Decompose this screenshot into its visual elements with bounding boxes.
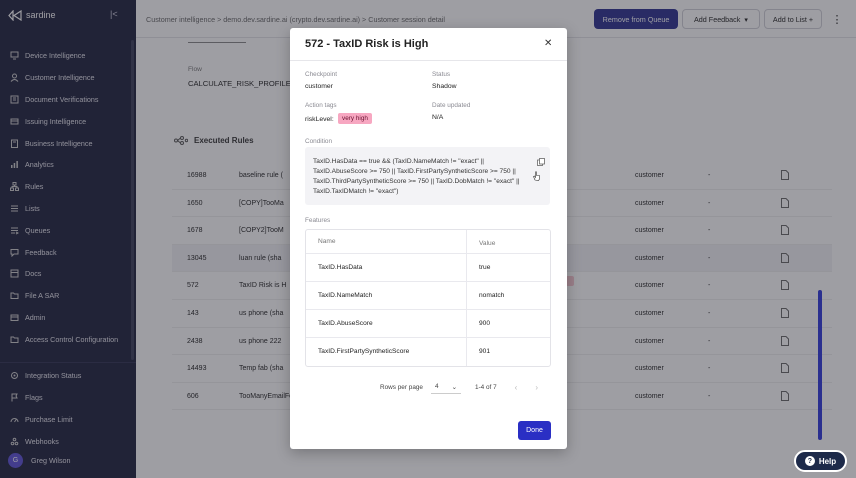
page-scrollbar[interactable]: [818, 290, 822, 440]
risk-level-label: riskLevel:: [305, 116, 334, 123]
feature-value: true: [479, 264, 491, 271]
pagination-range: 1-4 of 7: [474, 383, 497, 391]
table-row: TaxID.HasData true: [306, 254, 550, 282]
feature-value: 901: [479, 348, 491, 355]
help-button[interactable]: ? Help: [794, 450, 847, 472]
prev-page-icon[interactable]: ‹: [515, 383, 518, 392]
date-updated-value: N/A: [432, 114, 444, 121]
done-button[interactable]: Done: [518, 421, 551, 440]
question-icon: ?: [804, 456, 815, 466]
modal-title: 572 - TaxID Risk is High: [305, 38, 429, 50]
close-icon[interactable]: ✕: [544, 38, 552, 49]
rows-per-page-value: 4: [434, 383, 439, 390]
chevron-down-icon: ⌄: [451, 383, 457, 391]
copy-icon[interactable]: [537, 158, 545, 166]
table-row: TaxID.AbuseScore 900: [306, 310, 550, 338]
action-tags-label: Action tags: [305, 102, 337, 109]
table-header-row: Name Value: [306, 230, 550, 254]
condition-label: Condition: [305, 138, 333, 145]
table-row: TaxID.NameMatch nomatch: [306, 282, 550, 310]
rows-per-page-select[interactable]: 4 ⌄: [430, 380, 461, 394]
rows-per-page-label: Rows per page: [380, 383, 423, 391]
rule-detail-modal: 572 - TaxID Risk is High ✕ Checkpoint cu…: [290, 28, 567, 449]
feature-name: TaxID.NameMatch: [318, 292, 373, 299]
feature-name: TaxID.HasData: [318, 264, 363, 271]
help-label: Help: [818, 456, 837, 466]
features-table: Name Value TaxID.HasData true TaxID.NameMa…: [305, 229, 551, 367]
feature-value: 900: [479, 320, 491, 327]
date-updated-label: Date updated: [432, 102, 471, 109]
checkpoint-value: customer: [305, 83, 333, 90]
condition-box: TaxID.HasData == true && (TaxID.NameMatc…: [305, 147, 550, 205]
risk-level-tag: very high: [338, 113, 372, 124]
condition-text: TaxID.HasData == true && (TaxID.NameMatc…: [313, 158, 520, 195]
hand-cursor-icon: [533, 171, 540, 181]
next-page-icon[interactable]: ›: [535, 383, 538, 392]
table-pagination: Rows per page 4 ⌄ 1-4 of 7 ‹ ›: [380, 380, 556, 394]
status-value: Shadow: [432, 83, 457, 90]
name-column-header[interactable]: Name: [318, 238, 336, 245]
features-label: Features: [305, 217, 331, 224]
status-label: Status: [432, 71, 451, 78]
checkpoint-label: Checkpoint: [305, 71, 337, 78]
value-column-header[interactable]: Value: [479, 240, 495, 247]
feature-value: nomatch: [479, 292, 505, 299]
modal-header-divider: [290, 60, 567, 61]
table-row: TaxID.FirstPartySyntheticScore 901: [306, 338, 550, 366]
feature-name: TaxID.AbuseScore: [318, 320, 373, 327]
feature-name: TaxID.FirstPartySyntheticScore: [318, 348, 410, 355]
